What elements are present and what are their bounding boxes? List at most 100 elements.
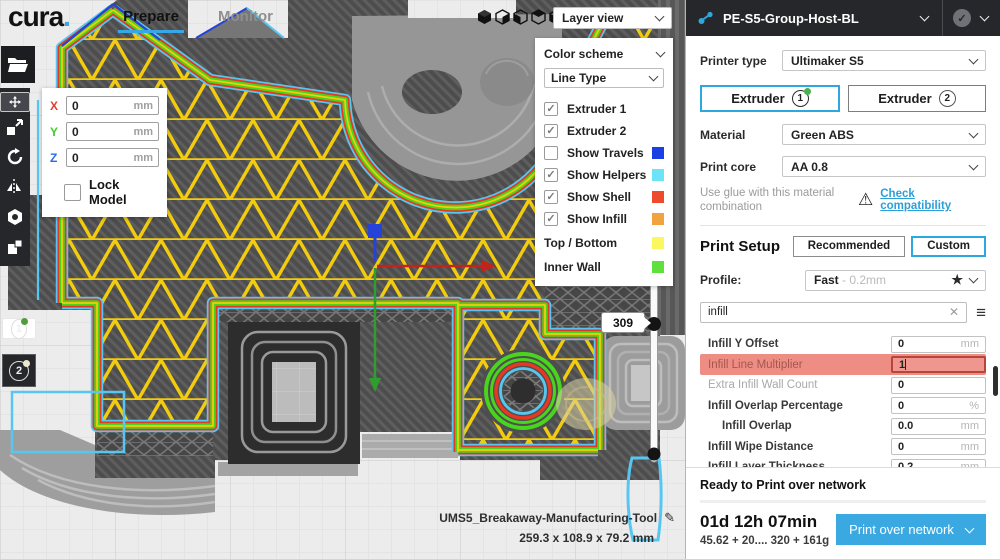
x-position-row: X mm bbox=[50, 96, 159, 115]
tool-support-blocker[interactable] bbox=[0, 232, 30, 262]
material-select[interactable]: Green ABS bbox=[782, 124, 986, 145]
setting-value-focused[interactable]: 1 bbox=[899, 359, 978, 371]
settings-sidebar: PE-S5-Group-Host-BL ✓ Printer type Ultim… bbox=[685, 0, 1000, 559]
print-core-select[interactable]: AA 0.8 bbox=[782, 156, 986, 177]
chevron-down-icon[interactable] bbox=[980, 12, 990, 22]
setting-value[interactable]: 0 bbox=[898, 400, 969, 412]
layer-slider-bottom-handle[interactable] bbox=[648, 448, 661, 461]
setting-infill-line-multiplier[interactable]: Infill Line Multiplier 1 bbox=[700, 354, 986, 375]
checkbox[interactable] bbox=[544, 190, 558, 204]
x-position-input[interactable] bbox=[72, 99, 133, 113]
toggle-extruder-2[interactable]: Extruder 2 bbox=[544, 122, 664, 140]
y-axis-label: Y bbox=[50, 125, 62, 139]
material-status-dot bbox=[804, 88, 811, 95]
tab-extruder-2[interactable]: Extruder 2 bbox=[848, 85, 986, 112]
lock-model-checkbox[interactable] bbox=[64, 184, 81, 201]
open-file-button[interactable] bbox=[1, 46, 35, 83]
check-compatibility-link[interactable]: Check compatibility bbox=[880, 188, 986, 212]
color-scheme-header[interactable]: Color scheme bbox=[544, 47, 664, 61]
printer-type-select[interactable]: Ultimaker S5 bbox=[782, 50, 986, 71]
print-setup-row: Print Setup Recommended Custom bbox=[700, 236, 986, 257]
checkbox[interactable] bbox=[544, 212, 558, 226]
setting-infill-overlap-percentage[interactable]: Infill Overlap Percentage 0% bbox=[700, 395, 986, 416]
setting-infill-overlap[interactable]: Infill Overlap 0.0mm bbox=[700, 416, 986, 437]
layers-front-view-icon[interactable] bbox=[513, 9, 528, 25]
model-dimensions: 259.3 x 108.9 x 79.2 mm bbox=[340, 531, 654, 545]
glue-warning-row: Use glue with this material combination … bbox=[700, 186, 986, 215]
tool-per-model-settings[interactable] bbox=[0, 202, 30, 232]
tab-monitor[interactable]: Monitor bbox=[218, 8, 273, 25]
chevron-down-icon bbox=[969, 160, 979, 170]
checkbox[interactable] bbox=[544, 124, 558, 138]
tool-rotate[interactable] bbox=[0, 142, 30, 172]
glue-note: Use glue with this material combination bbox=[700, 186, 846, 215]
move-icon bbox=[9, 93, 21, 111]
checkbox[interactable] bbox=[544, 146, 558, 160]
setting-value[interactable]: 0 bbox=[898, 441, 961, 453]
setting-extra-infill-wall-count[interactable]: Extra Infill Wall Count 0 bbox=[700, 375, 986, 396]
tab-prepare[interactable]: Prepare bbox=[118, 8, 184, 33]
viewport-3d[interactable]: cura. Prepare Monitor Layer view Color s… bbox=[0, 0, 685, 559]
rotate-icon bbox=[6, 148, 24, 166]
tool-scale[interactable] bbox=[0, 112, 30, 142]
shell-color-swatch bbox=[652, 191, 664, 203]
rename-pencil-icon[interactable]: ✎ bbox=[664, 510, 675, 525]
material-label: Material bbox=[700, 128, 782, 142]
xray-view-icon[interactable] bbox=[495, 9, 510, 25]
recommended-mode-button[interactable]: Recommended bbox=[793, 236, 905, 257]
profile-layer-height: - 0.2mm bbox=[839, 273, 886, 287]
search-input[interactable] bbox=[708, 306, 949, 318]
output-footer: Ready to Print over network 01d 12h 07mi… bbox=[686, 467, 1000, 559]
y-position-row: Y mm bbox=[50, 122, 159, 141]
settings-scrollbar[interactable] bbox=[993, 366, 998, 396]
tool-move[interactable] bbox=[0, 92, 30, 112]
extruder-2-select-button[interactable]: 2 bbox=[2, 354, 36, 387]
clear-search-icon[interactable]: ✕ bbox=[949, 305, 959, 319]
printer-header[interactable]: PE-S5-Group-Host-BL ✓ bbox=[686, 0, 1000, 36]
model-name[interactable]: UMS5_Breakaway-Manufacturing-Tool bbox=[439, 511, 657, 525]
model-lower-layers-right bbox=[602, 336, 685, 430]
extruder-1-select-button[interactable]: 1 bbox=[2, 318, 36, 339]
settings-list: Infill Y Offset 0mm Infill Line Multipli… bbox=[700, 334, 986, 478]
toggle-show-helpers[interactable]: Show Helpers bbox=[544, 166, 664, 184]
lock-model-row[interactable]: Lock Model bbox=[64, 177, 159, 207]
warning-icon: ⚠ bbox=[858, 190, 873, 210]
tab-extruder-1[interactable]: Extruder 1 bbox=[700, 85, 840, 112]
x-axis-label: X bbox=[50, 99, 62, 113]
profile-row: Profile: Fast - 0.2mm ★ bbox=[700, 270, 986, 291]
checkbox[interactable] bbox=[544, 168, 558, 182]
solid-view-icon[interactable] bbox=[477, 9, 492, 25]
profile-select[interactable]: Fast - 0.2mm ★ bbox=[805, 270, 986, 291]
toggle-show-travels[interactable]: Show Travels bbox=[544, 144, 664, 162]
chevron-down-icon bbox=[969, 54, 979, 64]
ready-status: Ready to Print over network bbox=[700, 478, 986, 492]
checkbox[interactable] bbox=[544, 102, 558, 116]
layer-view-panel: Color scheme Line Type Extruder 1 Extrud… bbox=[535, 38, 673, 286]
layer-number-tooltip: 309 bbox=[601, 312, 645, 333]
z-position-input[interactable] bbox=[72, 151, 133, 165]
chevron-down-icon[interactable] bbox=[920, 12, 930, 22]
toggle-show-shell[interactable]: Show Shell bbox=[544, 188, 664, 206]
setting-value[interactable]: 0.0 bbox=[898, 420, 961, 432]
tool-mirror[interactable] bbox=[0, 172, 30, 202]
support-blocker-icon bbox=[6, 238, 24, 256]
setting-infill-y-offset[interactable]: Infill Y Offset 0mm bbox=[700, 334, 986, 355]
print-over-network-button[interactable]: Print over network bbox=[836, 514, 986, 545]
star-icon[interactable]: ★ bbox=[951, 272, 963, 288]
color-scheme-select[interactable]: Line Type bbox=[544, 68, 664, 88]
legend-inner-wall: Inner Wall bbox=[544, 258, 664, 276]
layers-side-view-icon[interactable] bbox=[531, 9, 546, 25]
extruder-tabs: Extruder 1 Extruder 2 bbox=[700, 85, 986, 112]
custom-mode-button[interactable]: Custom bbox=[911, 236, 986, 257]
setting-infill-wipe-distance[interactable]: Infill Wipe Distance 0mm bbox=[700, 436, 986, 457]
view-mode-select[interactable]: Layer view bbox=[553, 7, 672, 29]
toggle-extruder-1[interactable]: Extruder 1 bbox=[544, 100, 664, 118]
y-position-input[interactable] bbox=[72, 125, 133, 139]
toggle-show-infill[interactable]: Show Infill bbox=[544, 210, 664, 228]
status-check-icon[interactable]: ✓ bbox=[953, 9, 971, 27]
setting-visibility-menu-icon[interactable]: ≡ bbox=[976, 304, 986, 321]
setting-value[interactable]: 0 bbox=[898, 338, 961, 350]
divider bbox=[700, 225, 986, 226]
setting-value[interactable]: 0 bbox=[898, 379, 979, 391]
search-box[interactable]: ✕ bbox=[700, 302, 967, 323]
